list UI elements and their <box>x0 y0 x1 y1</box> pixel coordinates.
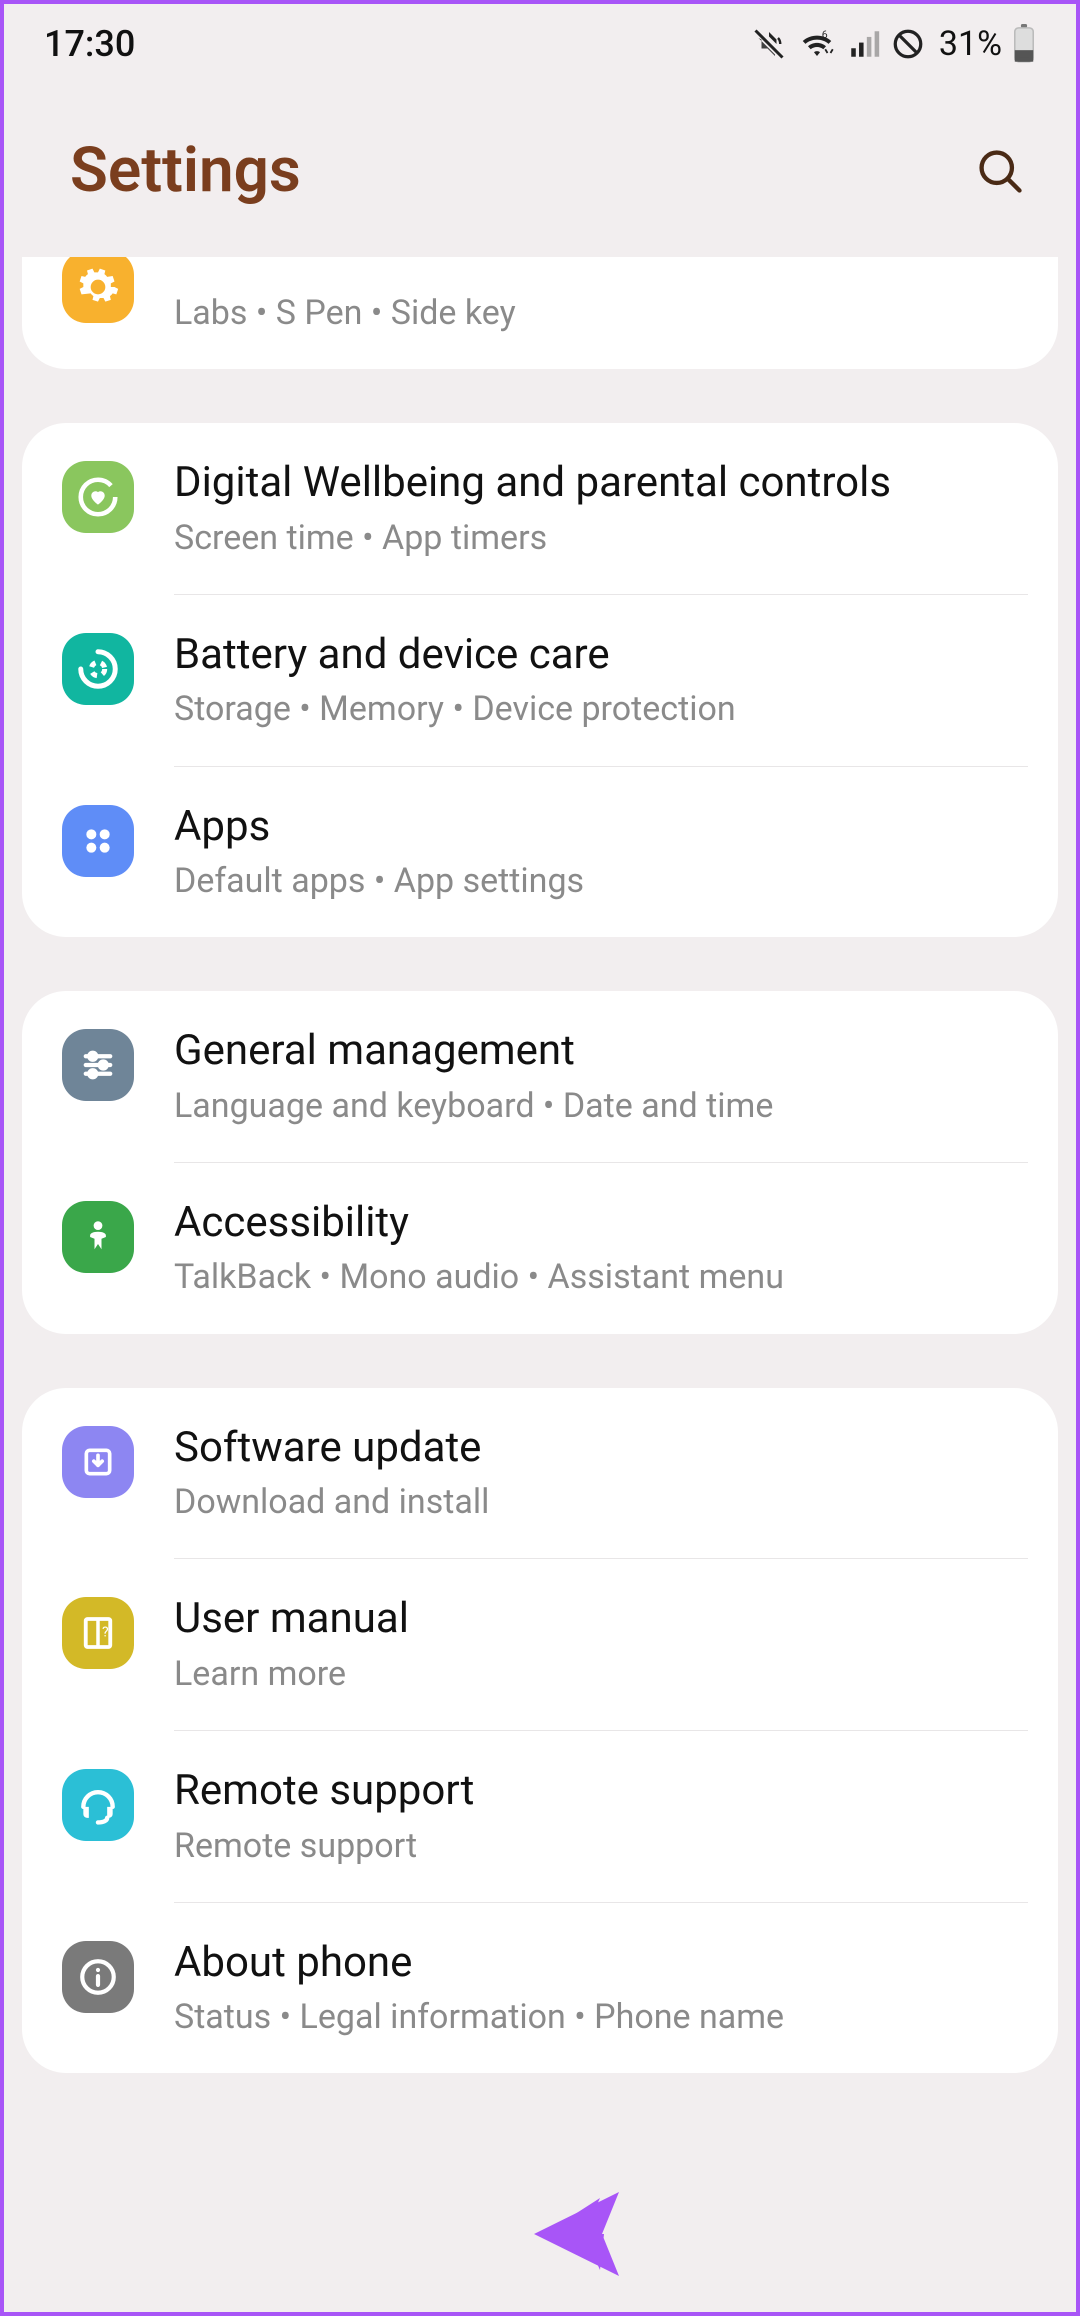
row-text: Accessibility TalkBack • Mono audio • Ass… <box>174 1197 1028 1300</box>
status-bar: 17:30 6 <box>4 4 1076 84</box>
update-icon <box>62 1426 134 1498</box>
row-text: Apps Default apps • App settings <box>174 801 1028 904</box>
search-button[interactable] <box>974 145 1026 197</box>
dnd-icon <box>891 27 925 61</box>
general-icon <box>62 1029 134 1101</box>
row-manual[interactable]: ? User manual Learn more <box>22 1559 1058 1730</box>
row-remote[interactable]: Remote support Remote support <box>22 1731 1058 1902</box>
row-about[interactable]: About phone Status • Legal information • … <box>22 1903 1058 2074</box>
row-title: Accessibility <box>174 1197 1028 1250</box>
wellbeing-icon <box>62 461 134 533</box>
row-subtitle: Default apps • App settings <box>174 859 1028 903</box>
row-title: User manual <box>174 1593 1028 1646</box>
battery-percent: 31% <box>939 24 1002 64</box>
manual-icon: ? <box>62 1597 134 1669</box>
settings-group: Digital Wellbeing and parental controls S… <box>22 423 1058 937</box>
apps-icon <box>62 805 134 877</box>
row-apps[interactable]: Apps Default apps • App settings <box>22 767 1058 938</box>
row-subtitle: Language and keyboard • Date and time <box>174 1084 1028 1128</box>
row-subtitle: Screen time • App timers <box>174 516 1028 560</box>
row-text: About phone Status • Legal information • … <box>174 1937 1028 2040</box>
page-title: Settings <box>70 134 301 207</box>
row-title: Remote support <box>174 1765 1028 1818</box>
about-icon <box>62 1941 134 2013</box>
row-general[interactable]: General management Language and keyboard … <box>22 991 1058 1162</box>
row-battery-care[interactable]: Battery and device care Storage • Memory … <box>22 595 1058 766</box>
row-software-update[interactable]: Software update Download and install <box>22 1388 1058 1559</box>
row-text: General management Language and keyboard … <box>174 1025 1028 1128</box>
row-text: Digital Wellbeing and parental controls S… <box>174 457 1028 560</box>
row-title: Battery and device care <box>174 629 1028 682</box>
settings-group: General management Language and keyboard … <box>22 991 1058 1333</box>
accessibility-icon <box>62 1201 134 1273</box>
row-accessibility[interactable]: Accessibility TalkBack • Mono audio • Ass… <box>22 1163 1058 1334</box>
row-title: General management <box>174 1025 1028 1078</box>
svg-text:?: ? <box>102 1625 109 1641</box>
battery-icon <box>1012 24 1036 64</box>
signal-icon <box>847 27 881 61</box>
settings-group: Software update Download and install? User… <box>22 1388 1058 2074</box>
wifi-icon: 6 <box>797 26 837 62</box>
row-text: Battery and device care Storage • Memory … <box>174 629 1028 732</box>
row-subtitle: Status • Legal information • Phone name <box>174 1995 1028 2039</box>
status-time: 17:30 <box>44 23 135 65</box>
row-advanced[interactable]: Labs • S Pen • Side key <box>22 257 1058 369</box>
settings-list[interactable]: Labs • S Pen • Side key Digital Wellbeing… <box>4 257 1076 2073</box>
advanced-icon <box>62 257 134 323</box>
row-text: Software update Download and install <box>174 1422 1028 1525</box>
row-wellbeing[interactable]: Digital Wellbeing and parental controls S… <box>22 423 1058 594</box>
row-text: Remote support Remote support <box>174 1765 1028 1868</box>
header: Settings <box>4 84 1076 267</box>
row-title: About phone <box>174 1937 1028 1990</box>
vibrate-icon <box>751 26 787 62</box>
row-title: Digital Wellbeing and parental controls <box>174 457 1028 510</box>
row-subtitle: Learn more <box>174 1652 1028 1696</box>
settings-group: Labs • S Pen • Side key <box>22 257 1058 369</box>
annotation-arrow <box>504 2174 974 2294</box>
row-subtitle: Labs • S Pen • Side key <box>174 291 1028 335</box>
row-subtitle: Remote support <box>174 1824 1028 1868</box>
remote-icon <box>62 1769 134 1841</box>
status-icons: 6 31% <box>751 24 1036 64</box>
row-text: Labs • S Pen • Side key <box>174 291 1028 335</box>
row-title: Software update <box>174 1422 1028 1475</box>
svg-text:6: 6 <box>822 28 828 41</box>
row-title: Apps <box>174 801 1028 854</box>
battery-care-icon <box>62 633 134 705</box>
row-subtitle: TalkBack • Mono audio • Assistant menu <box>174 1255 1028 1299</box>
row-subtitle: Storage • Memory • Device protection <box>174 687 1028 731</box>
row-subtitle: Download and install <box>174 1480 1028 1524</box>
row-text: User manual Learn more <box>174 1593 1028 1696</box>
